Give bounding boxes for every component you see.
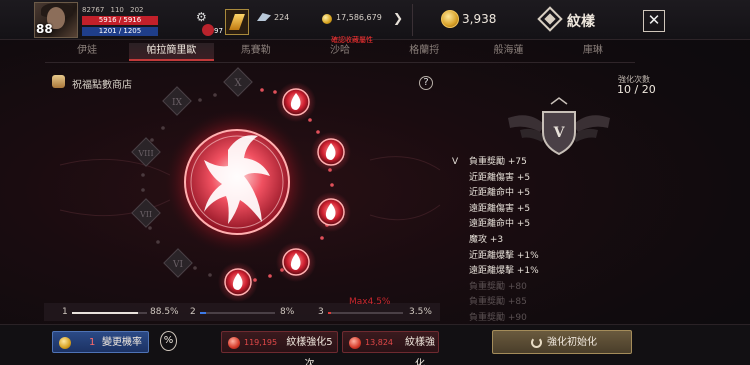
node-i[interactable]: [276, 82, 316, 122]
prob-1-value: 88.5%: [150, 307, 179, 317]
stat-text: 魔攻 +3: [469, 234, 504, 245]
reset-label: 強化初始化: [547, 337, 597, 348]
node-ix[interactable]: IX: [162, 86, 192, 116]
prob-2-fill: [200, 312, 206, 314]
max-probability-note: Max4.5%: [349, 297, 391, 307]
enhance-cost: 13,824: [365, 338, 393, 347]
stat-text: 遠距離爆擊 +1%: [469, 266, 539, 277]
prob-3-track: [328, 312, 403, 314]
node-vi[interactable]: VI: [163, 248, 193, 278]
stat-row: 近距離命中 +5: [452, 186, 642, 202]
stat-row: 近距離爆擊 +1%: [452, 249, 642, 265]
svg-text:VII: VII: [139, 210, 152, 219]
stat-row-dim: 負重獎勵 +80: [452, 280, 642, 296]
stat-mark: V: [452, 157, 459, 167]
svg-text:VI: VI: [172, 260, 183, 270]
svg-text:IX: IX: [172, 98, 183, 108]
stat-row: 近距離傷害 +5: [452, 171, 642, 187]
rank-badge: V: [508, 97, 610, 156]
stat-list[interactable]: V 負重獎勵 +75 近距離傷害 +5 近距離命中 +5 遠距離傷害 +5 遠距離…: [452, 155, 642, 327]
node-iv[interactable]: [276, 242, 316, 282]
node-vii[interactable]: VII: [131, 198, 161, 228]
blessing-point-icon: [228, 337, 240, 349]
stat-text: 負重獎勵 +85: [469, 297, 527, 308]
stat-row: 遠距離爆擊 +1%: [452, 264, 642, 280]
node-x[interactable]: X: [223, 67, 253, 97]
stat-text: 遠距離命中 +5: [469, 219, 531, 230]
stat-text: 近距離爆擊 +1%: [469, 250, 539, 261]
enhance-5x-cost: 119,195: [244, 338, 278, 347]
stat-text: 近距離命中 +5: [469, 188, 531, 199]
change-probability-button[interactable]: 1 變更機率: [52, 331, 149, 353]
stat-text: 負重獎勵 +75: [469, 157, 527, 167]
stat-text: 負重獎勵 +80: [469, 281, 527, 292]
prob-3-value: 3.5%: [409, 307, 432, 317]
prob-2-track: [200, 312, 275, 314]
stat-row-dim: 負重獎勵 +85: [452, 295, 642, 311]
prob-3-fill: [328, 312, 331, 314]
stat-row: 遠距離命中 +5: [452, 217, 642, 233]
enhance-label: 紋樣強化: [405, 337, 435, 365]
enhance-count-value: 10 / 20: [617, 83, 656, 96]
prob-2-value: 8%: [280, 307, 295, 317]
stat-text: 近距離傷害 +5: [469, 172, 531, 183]
enhance-5x-button[interactable]: 119,195 紋樣強化5次: [221, 331, 338, 365]
percent-button[interactable]: %: [160, 331, 177, 351]
svg-text:V: V: [553, 125, 566, 141]
prob-1-fill: [72, 312, 139, 314]
node-viii[interactable]: VIII: [131, 137, 161, 167]
node-iii[interactable]: [311, 192, 351, 232]
stat-row: 魔攻 +3: [452, 233, 642, 249]
blessing-point-icon: [349, 337, 361, 349]
stat-row: 遠距離傷害 +5: [452, 202, 642, 218]
svg-text:X: X: [234, 78, 242, 89]
node-ii[interactable]: [311, 132, 351, 172]
change-label: 變更機率: [102, 337, 142, 348]
prob-1-track: [72, 312, 147, 314]
prob-3-index: 3: [318, 307, 324, 317]
node-v[interactable]: [218, 262, 258, 302]
change-count: 1: [89, 337, 96, 348]
stat-text: 遠距離傷害 +5: [469, 203, 531, 214]
prob-2-index: 2: [190, 307, 196, 317]
enhance-button[interactable]: 13,824 紋樣強化: [342, 331, 439, 365]
coin-icon: [59, 337, 71, 349]
reset-enhancement-button[interactable]: 強化初始化: [492, 330, 632, 354]
stat-row: V 負重獎勵 +75: [452, 155, 642, 171]
svg-text:VIII: VIII: [137, 149, 153, 158]
reset-icon: [531, 337, 542, 348]
enhance-5x-label: 紋樣強化5次: [286, 337, 333, 365]
prob-1-index: 1: [62, 307, 68, 317]
game-screen: 88 82767 110 202 5916 / 5916 1201 / 1205…: [0, 0, 750, 365]
